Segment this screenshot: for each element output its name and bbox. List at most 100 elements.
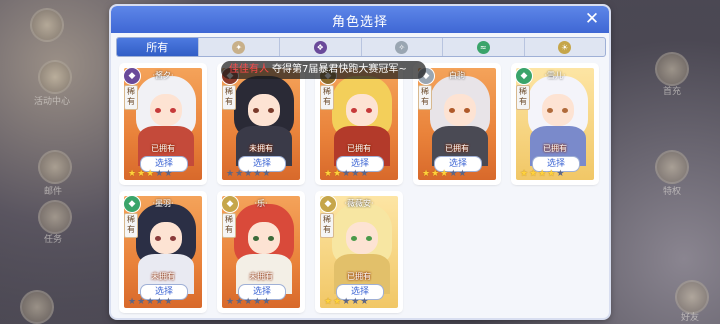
menu-label: 任务 (44, 235, 63, 245)
star-icon: ★ (235, 169, 244, 179)
tab-earth[interactable]: ✦ (199, 38, 280, 56)
star-icon: ★ (128, 297, 137, 307)
character-select-dialog: 角色选择 ✕ 所有 ✦ ❖ ✧ ≈ ☀ ·酱夕· 已拥有 选择 ★ ★ ★ ★ ★ ◆ 稀有 未拥有… (111, 6, 609, 318)
menu-icon (20, 290, 54, 324)
character-card[interactable]: 白驹 已拥有 选择 ★ ★ ★ ★ ★ ◆ 稀有 (415, 65, 499, 183)
portrait-eye (351, 108, 357, 113)
tab-all[interactable]: 所有 (117, 38, 199, 56)
menu-label: 活动中心 (34, 97, 71, 107)
star-icon: ★ (360, 169, 369, 179)
portrait-eye (268, 236, 274, 241)
menu-label: 首充 (663, 87, 682, 97)
element-icon: ◆ (221, 195, 239, 213)
star-rating: ★ ★ ★ ★ ★ (520, 169, 564, 179)
portrait-eye (155, 108, 161, 113)
star-rating: ★ ★ ★ ★ ★ (422, 169, 466, 179)
dark-element-icon: ❖ (313, 40, 327, 54)
star-rating: ★ ★ ★ ★ ★ (128, 169, 172, 179)
menu-label: 特权 (663, 187, 682, 197)
menu-icon (38, 60, 72, 94)
star-icon: ★ (342, 169, 351, 179)
portrait-eye (366, 236, 372, 241)
star-icon: ★ (262, 297, 271, 307)
broadcast-banner: 佳佳有人 夺得第7届暴君快跑大赛冠军~ (221, 61, 426, 79)
star-icon: ★ (155, 297, 164, 307)
portrait-eye (547, 108, 553, 113)
star-icon: ★ (431, 169, 440, 179)
rarity-badge: 稀有 (222, 213, 236, 238)
character-card[interactable]: 已拥有选择★★★★★◆稀有 (317, 65, 401, 183)
star-icon: ★ (351, 169, 360, 179)
star-rating: ★ ★ ★ ★ ★ (128, 297, 172, 307)
star-icon: ★ (351, 297, 360, 307)
star-icon: ★ (333, 297, 342, 307)
star-icon: ★ (324, 169, 333, 179)
rarity-badge: 稀有 (124, 85, 138, 110)
star-icon: ★ (244, 297, 253, 307)
star-icon: ★ (155, 169, 164, 179)
element-icon: ◆ (123, 195, 141, 213)
character-card[interactable]: ·墨羽· 未拥有 选择 ★ ★ ★ ★ ★ ◆ 稀有 (121, 193, 205, 311)
light-element-icon: ☀ (558, 40, 572, 54)
sky-element-icon: ✧ (395, 40, 409, 54)
star-rating: ★ ★ ★ ★ ★ (324, 297, 368, 307)
star-icon: ★ (538, 169, 547, 179)
ownership-status: 未拥有 (151, 272, 175, 281)
menu-icon (675, 280, 709, 314)
star-icon: ★ (146, 297, 155, 307)
menu-icon (38, 200, 72, 234)
portrait-eye (449, 108, 455, 113)
star-icon: ★ (422, 169, 431, 179)
star-icon: ★ (164, 297, 173, 307)
star-rating: ★ ★ ★ ★ ★ (324, 169, 368, 179)
menu-icon (655, 150, 689, 184)
character-card[interactable]: ·薇薇安· 已拥有 选择 ★ ★ ★ ★ ★ ◆ 稀有 (317, 193, 401, 311)
banner-message: 夺得第7届暴君快跑大赛冠军~ (272, 64, 407, 75)
star-rating: ★ ★ ★ ★ ★ (226, 169, 270, 179)
star-icon: ★ (262, 169, 271, 179)
star-icon: ★ (529, 169, 538, 179)
portrait-eye (170, 236, 176, 241)
character-card[interactable]: ·乐· 未拥有 选择 ★ ★ ★ ★ ★ ◆ 稀有 (219, 193, 303, 311)
ownership-status: 已拥有 (445, 144, 469, 153)
tab-light[interactable]: ☀ (525, 38, 606, 56)
portrait-eye (170, 108, 176, 113)
character-card[interactable]: ·雪儿· 已拥有 选择 ★ ★ ★ ★ ★ ◆ 稀有 (513, 65, 597, 183)
star-icon: ★ (146, 169, 155, 179)
portrait-eye (464, 108, 470, 113)
star-icon: ★ (253, 297, 262, 307)
star-icon: ★ (244, 169, 253, 179)
star-icon: ★ (235, 297, 244, 307)
character-grid: ·酱夕·已拥有选择★★★★★◆稀有未拥有选择★★★★★◆稀有已拥有选择★★★★★… (116, 60, 604, 315)
character-card[interactable]: ·酱夕· 已拥有 选择 ★ ★ ★ ★ ★ ◆ 稀有 (121, 65, 205, 183)
tab-dark[interactable]: ❖ (280, 38, 362, 56)
star-icon: ★ (137, 297, 146, 307)
tab-wind[interactable]: ≈ (443, 38, 525, 56)
tab-all-label: 所有 (146, 41, 169, 54)
rarity-badge: 稀有 (418, 85, 432, 110)
dialog-title: 角色选择 (331, 15, 388, 30)
menu-icon (38, 150, 72, 184)
ownership-status: 已拥有 (347, 144, 371, 153)
star-icon: ★ (342, 297, 351, 307)
star-icon: ★ (440, 169, 449, 179)
close-button[interactable]: ✕ (582, 9, 602, 29)
tab-sky[interactable]: ✧ (362, 38, 443, 56)
ownership-status: 未拥有 (249, 144, 273, 153)
rarity-badge: 稀有 (516, 85, 530, 110)
background-left-menu: 活动中心 邮件 任务 (0, 0, 110, 324)
rarity-badge: 稀有 (320, 213, 334, 238)
character-card[interactable]: 未拥有选择★★★★★◆稀有 (219, 65, 303, 183)
rarity-badge: 稀有 (124, 213, 138, 238)
element-filter-tabs: 所有 ✦ ❖ ✧ ≈ ☀ (116, 37, 606, 57)
dialog-header: 角色选择 ✕ (111, 6, 609, 33)
element-icon: ◆ (319, 195, 337, 213)
star-icon: ★ (128, 169, 137, 179)
portrait-eye (155, 236, 161, 241)
portrait-eye (268, 108, 274, 113)
wind-element-icon: ≈ (476, 40, 490, 54)
star-icon: ★ (253, 169, 262, 179)
star-icon: ★ (137, 169, 146, 179)
star-icon: ★ (520, 169, 529, 179)
star-icon: ★ (360, 297, 369, 307)
